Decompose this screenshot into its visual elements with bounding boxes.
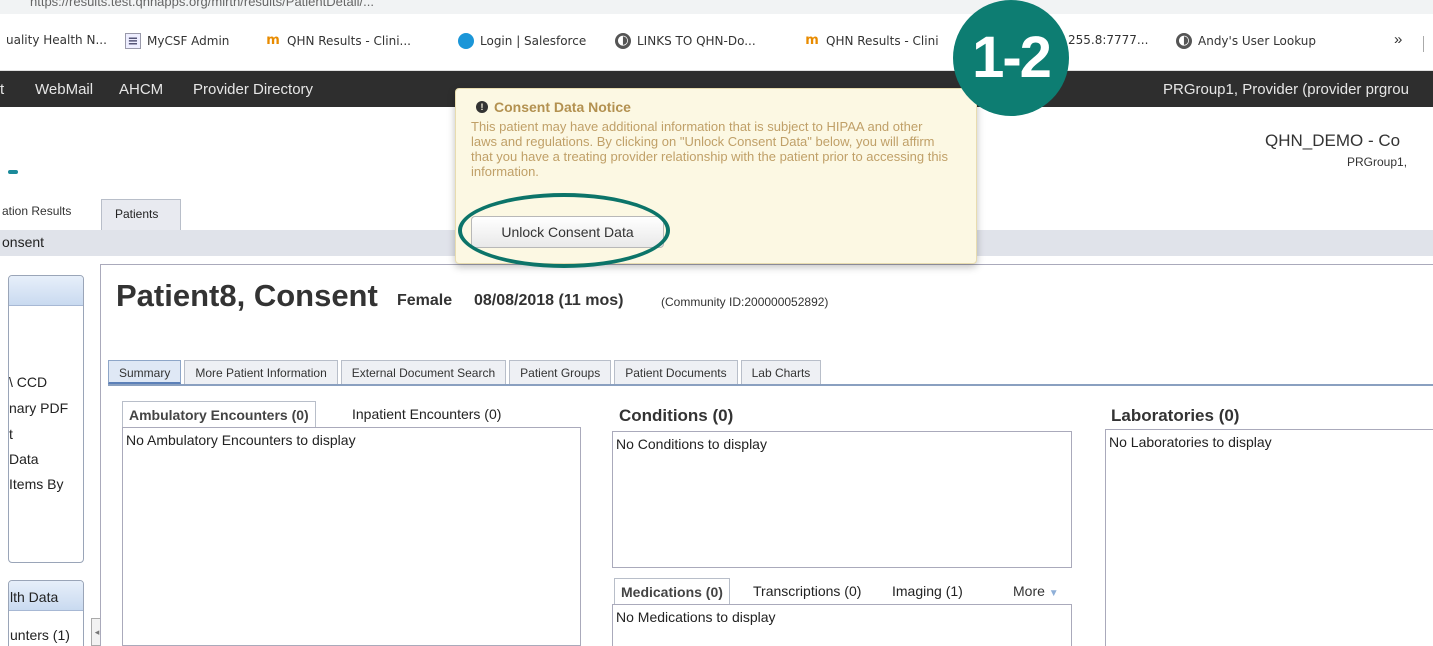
consent-data-notice: ! Consent Data Notice This patient may h… (455, 88, 977, 264)
nav-user-menu[interactable]: PRGroup1, Provider (provider prgrou (1163, 81, 1409, 98)
health-data-encounters[interactable]: unters (1) (10, 627, 70, 643)
breadcrumb: onsent (2, 234, 45, 250)
bookmark-label: QHN Results - Clini... (287, 34, 411, 48)
bookmarks-overflow-icon[interactable]: » (1394, 31, 1402, 48)
empty-message: No Medications to display (616, 609, 776, 625)
conditions-title: Conditions (0) (619, 406, 734, 425)
action-ccd[interactable]: \ CCD (9, 374, 47, 390)
globe-icon: ◐ (1176, 33, 1192, 49)
bookmark-label: 255.8:7777... (1068, 33, 1149, 47)
tab-transcriptions[interactable]: Transcriptions (0) (747, 578, 867, 604)
page-icon: ≡ (125, 33, 141, 49)
action-item[interactable]: t (9, 426, 13, 442)
unlock-consent-data-button[interactable]: Unlock Consent Data (471, 216, 664, 248)
tab-patient-documents[interactable]: Patient Documents (614, 360, 738, 384)
tab-results[interactable]: ation Results (2, 204, 71, 218)
action-summary-pdf[interactable]: nary PDF (9, 400, 68, 416)
tab-inpatient-encounters[interactable]: Inpatient Encounters (0) (346, 401, 507, 427)
bookmark-label: uality Health N... (6, 33, 107, 47)
left-actions-panel: \ CCD nary PDF t Data Items By (8, 275, 84, 563)
bookmark-label: MyCSF Admin (147, 34, 230, 48)
bookmark-qhn-results-2[interactable]: m QHN Results - Clini (804, 33, 939, 49)
patient-gender: Female (397, 292, 453, 309)
browser-url-bar[interactable]: https://results.test.qhnapps.org/mirth/r… (0, 0, 1433, 14)
bookmark-andys-user-lookup[interactable]: ◐ Andy's User Lookup (1176, 33, 1316, 49)
empty-message: No Conditions to display (616, 436, 767, 452)
nav-item-ahcm[interactable]: AHCM (119, 81, 163, 98)
tab-more-patient-information[interactable]: More Patient Information (184, 360, 338, 384)
patient-tabs: Summary More Patient Information Externa… (108, 360, 822, 384)
exclamation-icon: ! (476, 101, 488, 113)
encounters-list: No Ambulatory Encounters to display (122, 427, 581, 646)
m-icon: m (266, 33, 280, 48)
url-text: https://results.test.qhnapps.org/mirth/r… (30, 0, 374, 9)
bookmark-qhn-results-1[interactable]: m QHN Results - Clini... (265, 33, 411, 49)
bookmark-label: QHN Results - Clini (826, 34, 939, 48)
tab-imaging[interactable]: Imaging (1) (886, 578, 969, 604)
panel-header: lth Data (9, 581, 83, 611)
panel-header (9, 276, 83, 306)
left-health-data-panel: lth Data unters (1) (8, 580, 84, 646)
laboratories-title: Laboratories (0) (1111, 406, 1240, 425)
bookmark-quality-health[interactable]: uality Health N... (6, 33, 107, 47)
tab-lab-charts[interactable]: Lab Charts (740, 360, 822, 384)
bookmark-salesforce[interactable]: Login | Salesforce (458, 33, 586, 49)
action-items-by[interactable]: Items By (9, 476, 63, 492)
bookmark-ip-7777[interactable]: 255.8:7777... (1068, 33, 1148, 47)
logo (8, 170, 18, 174)
patient-dob: 08/08/2018 (11 mos) (474, 292, 624, 309)
tab-patient-groups[interactable]: Patient Groups (509, 360, 612, 384)
nav-item-partial[interactable]: t (0, 81, 4, 98)
nav-item-provider-directory[interactable]: Provider Directory (193, 81, 313, 98)
bookmark-links-qhn[interactable]: ◐ LINKS TO QHN-Do... (615, 33, 756, 49)
tab-summary[interactable]: Summary (108, 360, 182, 384)
tab-patients[interactable]: Patients (101, 199, 181, 230)
divider (1423, 36, 1424, 52)
org-name: QHN_DEMO - Co (1265, 131, 1401, 150)
divider (108, 384, 1433, 386)
globe-icon: ◐ (615, 33, 631, 49)
medications-list: No Medications to display (612, 604, 1072, 646)
empty-message: No Laboratories to display (1109, 434, 1272, 450)
more-label: More (1013, 583, 1045, 599)
notice-title: ! Consent Data Notice (476, 99, 631, 115)
more-tabs-button[interactable]: More ▼ (1013, 583, 1059, 599)
bookmark-label: LINKS TO QHN-Do... (637, 34, 756, 48)
notice-body: This patient may have additional informa… (471, 119, 948, 179)
tab-external-document-search[interactable]: External Document Search (340, 360, 507, 384)
tab-ambulatory-encounters[interactable]: Ambulatory Encounters (0) (122, 401, 316, 427)
bookmark-label: Login | Salesforce (480, 34, 587, 48)
bookmarks-bar: uality Health N... ≡ MyCSF Admin m QHN R… (0, 14, 1433, 71)
bookmark-label: Andy's User Lookup (1198, 34, 1317, 48)
conditions-list: No Conditions to display (612, 431, 1072, 568)
action-data[interactable]: Data (9, 451, 39, 467)
bookmark-mycsf-admin[interactable]: ≡ MyCSF Admin (125, 33, 229, 49)
empty-message: No Ambulatory Encounters to display (126, 432, 356, 448)
chevron-down-icon: ▼ (1048, 588, 1059, 599)
nav-item-webmail[interactable]: WebMail (35, 81, 93, 98)
step-badge: 1-2 (953, 0, 1069, 116)
patient-community-id: (Community ID:200000052892) (661, 295, 829, 309)
salesforce-cloud-icon (458, 33, 474, 49)
m-icon: m (805, 33, 819, 48)
org-user: PRGroup1, (1347, 155, 1408, 169)
laboratories-list: No Laboratories to display (1105, 429, 1433, 646)
notice-title-text: Consent Data Notice (494, 99, 631, 115)
patient-name: Patient8, Consent (116, 278, 378, 313)
tab-medications[interactable]: Medications (0) (614, 578, 730, 604)
